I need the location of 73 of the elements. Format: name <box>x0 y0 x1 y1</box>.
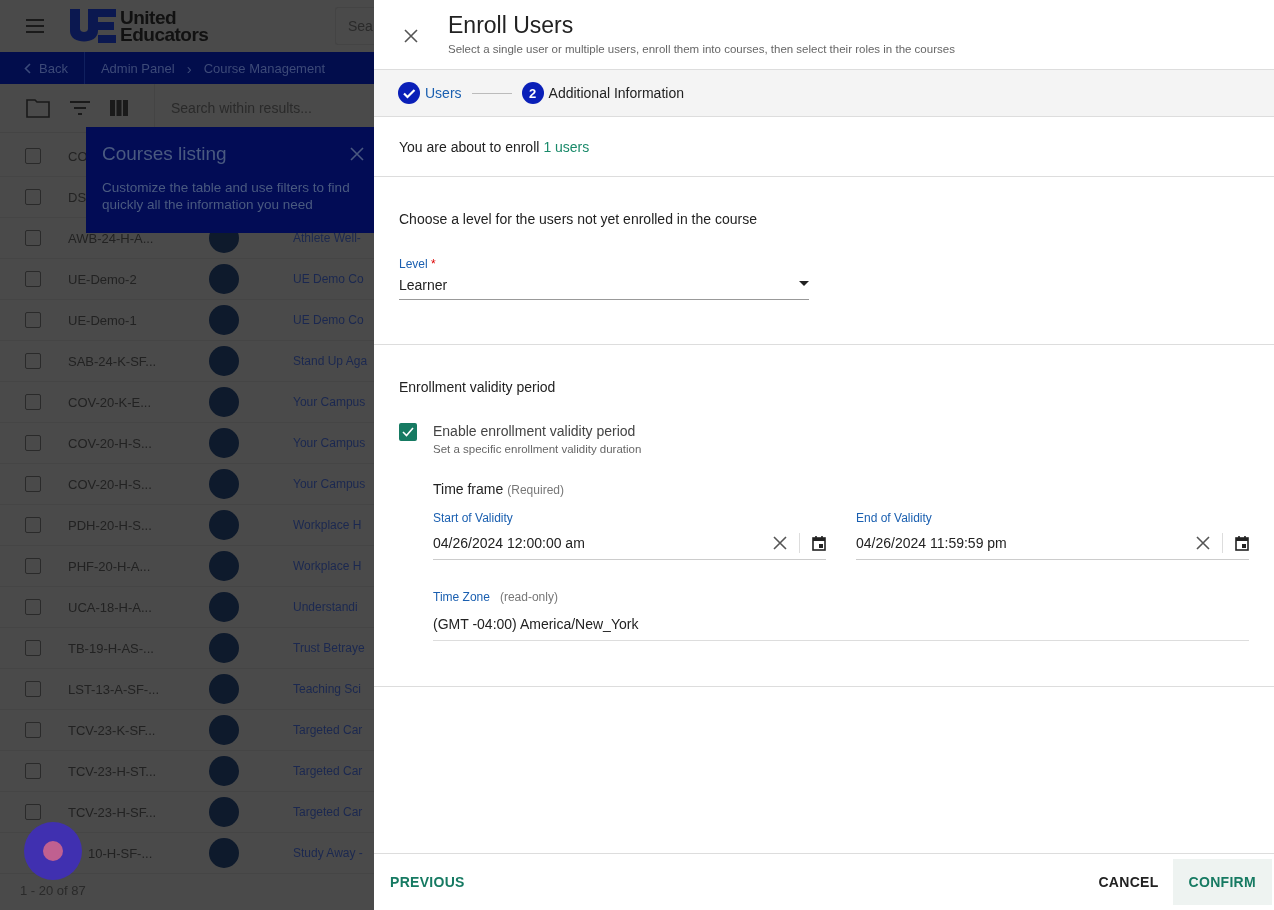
dialog-title: Enroll Users <box>448 12 575 39</box>
checkbox-hint: Set a specific enrollment validity duration <box>433 443 642 455</box>
photo-placeholder <box>209 633 239 663</box>
photo-placeholder <box>209 592 239 622</box>
stepper-step[interactable]: Users <box>398 82 462 104</box>
menu-icon[interactable] <box>26 19 44 33</box>
stepper-step[interactable]: 2 Additional Information <box>521 82 684 104</box>
clear-icon[interactable] <box>773 536 787 550</box>
columns-icon[interactable] <box>110 100 128 116</box>
row-checkbox[interactable] <box>25 640 41 656</box>
photo-placeholder <box>209 674 239 704</box>
filter-icon[interactable] <box>70 101 90 115</box>
tooltip-title: Courses listing <box>102 143 227 165</box>
row-checkbox[interactable] <box>25 230 41 246</box>
enroll-summary-text: You are about to enroll <box>399 138 540 155</box>
check-circle-icon <box>398 82 420 104</box>
row-checkbox[interactable] <box>25 763 41 779</box>
time-frame-label: Time frame <box>433 481 504 497</box>
folder-icon[interactable] <box>26 98 50 118</box>
row-checkbox[interactable] <box>25 517 41 533</box>
row-checkbox[interactable] <box>25 599 41 615</box>
row-checkbox[interactable] <box>25 722 41 738</box>
photo-placeholder <box>209 305 239 335</box>
checkbox[interactable] <box>399 423 417 441</box>
photo-placeholder <box>209 838 239 868</box>
photo-placeholder <box>209 264 239 294</box>
row-checkbox[interactable] <box>25 435 41 451</box>
photo-placeholder <box>209 387 239 417</box>
row-checkbox[interactable] <box>25 353 41 369</box>
logo-text: Educators <box>120 26 209 43</box>
dialog-subtitle: Select a single user or multiple users, enroll them into courses, then select their roles in the courses <box>448 43 955 55</box>
date-field[interactable]: End of Validity 04/26/2024 11:59:59 pm <box>856 511 1249 560</box>
row-checkbox[interactable] <box>25 558 41 574</box>
row-checkbox[interactable] <box>25 189 41 205</box>
section-heading: Enrollment validity period <box>399 379 557 395</box>
breadcrumb-link[interactable]: Admin Panel <box>100 60 175 76</box>
confirm-button[interactable]: CONFIRM <box>1172 859 1272 905</box>
logo-icon <box>68 9 116 43</box>
row-checkbox[interactable] <box>25 312 41 328</box>
photo-placeholder <box>209 797 239 827</box>
photo-placeholder <box>209 510 239 540</box>
photo-placeholder <box>209 469 239 499</box>
row-checkbox[interactable] <box>25 804 41 820</box>
clear-icon[interactable] <box>1196 536 1210 550</box>
row-checkbox[interactable] <box>25 476 41 492</box>
close-icon[interactable] <box>404 29 418 43</box>
logo-text: United <box>120 9 178 26</box>
row-checkbox[interactable] <box>25 394 41 410</box>
photo-placeholder <box>209 715 239 745</box>
level-select[interactable]: Level * Learner <box>399 257 809 300</box>
photo-placeholder <box>209 756 239 786</box>
photo-placeholder <box>209 428 239 458</box>
cancel-button[interactable]: CANCEL <box>1086 864 1171 900</box>
back-button[interactable]: Back <box>0 52 85 84</box>
row-checkbox[interactable] <box>25 148 41 164</box>
tooltip-text: Customize the table and use filters to find quickly all the information you need <box>102 179 351 213</box>
photo-placeholder <box>209 346 239 376</box>
date-field[interactable]: Start of Validity 04/26/2024 12:00:00 am <box>433 511 826 560</box>
row-checkbox[interactable] <box>25 681 41 697</box>
users-link[interactable]: 1 users <box>543 138 590 155</box>
calendar-icon[interactable] <box>812 535 826 551</box>
chevron-left-icon <box>24 62 31 74</box>
checkbox-label: Enable enrollment validity period <box>433 423 637 439</box>
breadcrumb-separator: › <box>186 59 192 77</box>
previous-button[interactable]: PREVIOUS <box>378 864 477 900</box>
time-zone-field: Time Zone (read-only) (GMT -04:00) America/New_York <box>433 590 1249 641</box>
calendar-icon[interactable] <box>1235 535 1249 551</box>
required-note: (Required) <box>507 483 564 497</box>
breadcrumb-link[interactable]: Course Management <box>203 60 326 76</box>
row-checkbox[interactable] <box>25 271 41 287</box>
chat-button[interactable] <box>24 822 82 880</box>
photo-placeholder <box>209 551 239 581</box>
section-heading: Choose a level for the users not yet enrolled in the course <box>399 211 758 227</box>
